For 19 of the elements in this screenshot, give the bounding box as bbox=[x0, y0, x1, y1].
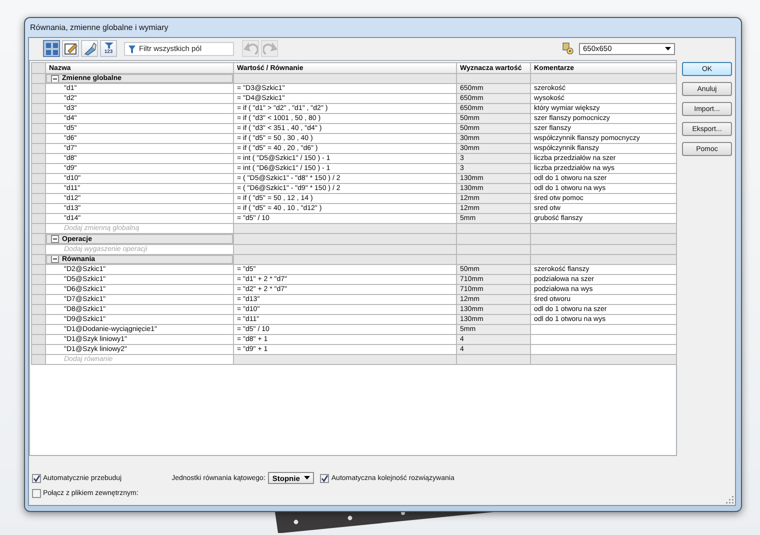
redo-icon bbox=[262, 42, 276, 56]
view-button[interactable] bbox=[62, 40, 79, 57]
configuration-icon bbox=[562, 42, 574, 55]
grid-icon bbox=[44, 42, 58, 56]
collapse-icon[interactable] bbox=[51, 75, 59, 82]
checkbox[interactable] bbox=[320, 474, 330, 482]
collapse-icon[interactable] bbox=[51, 256, 59, 264]
window-title: Równania, zmienne globalne i wymiary bbox=[30, 23, 168, 32]
collapse-icon[interactable] bbox=[51, 235, 59, 243]
undo-icon bbox=[244, 42, 258, 56]
dropdown-arrow-icon bbox=[665, 46, 671, 50]
resize-grip-icon bbox=[725, 495, 734, 504]
funnel-icon bbox=[104, 42, 114, 49]
checkbox[interactable] bbox=[32, 489, 41, 498]
funnel-icon bbox=[128, 44, 136, 54]
dropdown-arrow-icon bbox=[304, 476, 310, 480]
checkbox[interactable] bbox=[32, 474, 41, 482]
view-button[interactable] bbox=[81, 40, 98, 57]
pencil-icon bbox=[64, 42, 78, 56]
